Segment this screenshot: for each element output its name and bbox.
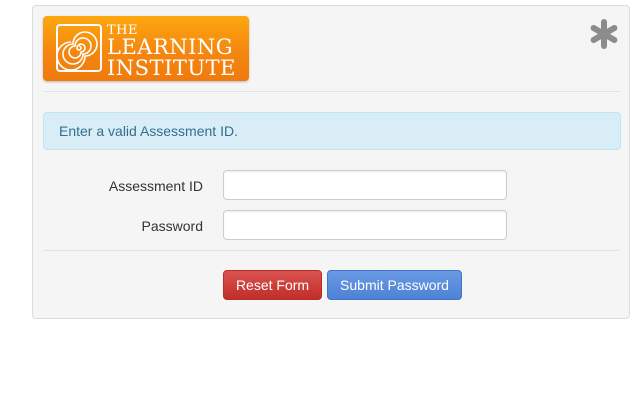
learning-institute-logo: THE LEARNING INSTITUTE: [43, 16, 249, 81]
assessment-id-label: Assessment ID: [108, 178, 203, 194]
spiral-logo-icon: [56, 24, 102, 72]
footer-divider: [43, 250, 620, 251]
info-alert: Enter a valid Assessment ID.: [43, 112, 621, 150]
submit-password-button[interactable]: Submit Password: [327, 270, 462, 300]
password-input[interactable]: [223, 210, 507, 240]
login-panel: THE LEARNING INSTITUTE Enter a valid Ass…: [32, 5, 630, 319]
password-label: Password: [141, 218, 203, 234]
alert-message: Enter a valid Assessment ID.: [59, 123, 238, 139]
logo-line-institute: INSTITUTE: [107, 56, 236, 80]
logo-line-learning: LEARNING: [107, 35, 234, 59]
reset-form-button[interactable]: Reset Form: [223, 270, 322, 300]
assessment-id-input[interactable]: [223, 170, 507, 200]
asterisk-close-icon[interactable]: [589, 19, 619, 49]
logo-text: THE LEARNING INSTITUTE: [107, 24, 236, 79]
header-divider: [43, 91, 620, 92]
